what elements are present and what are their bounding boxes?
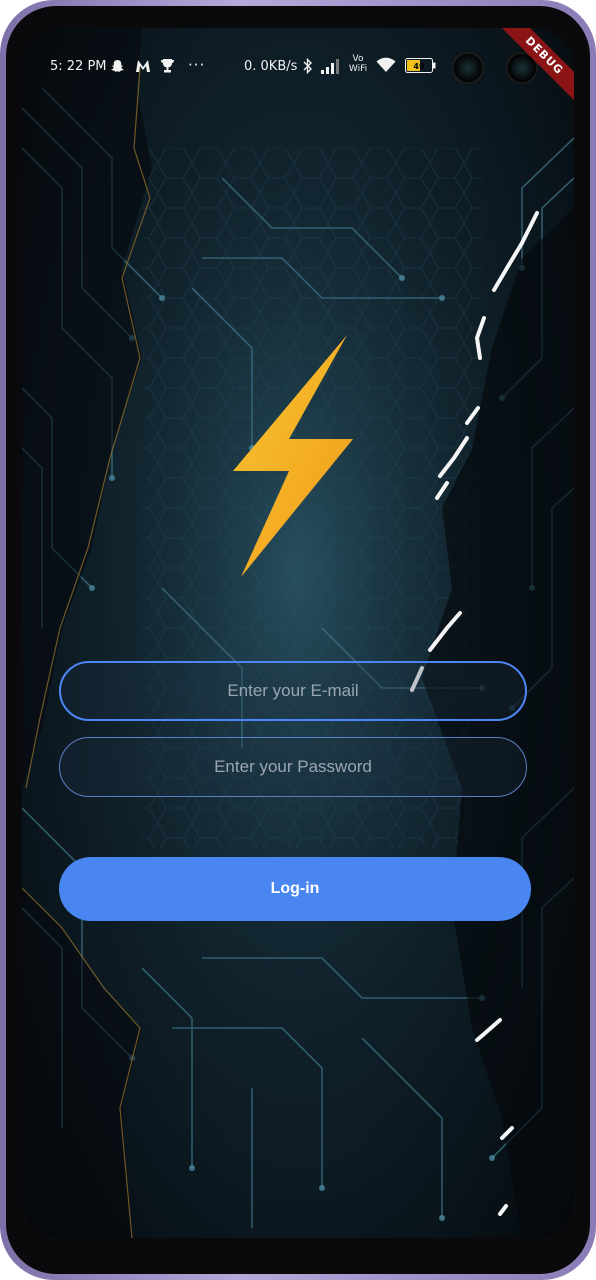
vowifi-icon: Vo WiFi bbox=[348, 54, 368, 74]
front-camera-left bbox=[452, 52, 484, 84]
snapchat-icon bbox=[110, 59, 125, 77]
password-field[interactable] bbox=[59, 737, 527, 797]
login-button[interactable]: Log-in bbox=[59, 857, 531, 921]
email-input[interactable] bbox=[61, 663, 525, 719]
battery-level: 49 bbox=[413, 62, 425, 71]
signal-icon bbox=[320, 58, 342, 77]
bluetooth-icon bbox=[303, 57, 313, 77]
battery-icon: 49 bbox=[405, 58, 437, 76]
phone-frame: 5: 22 PM ··· 0. 0KB/s Vo WiFi 49 DEBUG E… bbox=[0, 0, 596, 1280]
wifi-icon bbox=[376, 57, 396, 76]
trophy-icon bbox=[160, 58, 175, 77]
email-field[interactable] bbox=[59, 661, 527, 721]
lightning-bolt-icon bbox=[233, 335, 353, 577]
more-dots-icon: ··· bbox=[188, 56, 206, 74]
status-time: 5: 22 PM bbox=[50, 59, 107, 74]
circuit-background-image bbox=[22, 28, 574, 1238]
side-volume-button bbox=[592, 255, 596, 410]
gmail-icon bbox=[135, 59, 151, 76]
status-data-speed: 0. 0KB/s bbox=[244, 59, 298, 74]
password-input[interactable] bbox=[60, 738, 526, 796]
app-screen: 5: 22 PM ··· 0. 0KB/s Vo WiFi 49 DEBUG E… bbox=[22, 28, 574, 1238]
status-bar: 5: 22 PM ··· 0. 0KB/s Vo WiFi 49 DEBUG bbox=[22, 28, 574, 108]
